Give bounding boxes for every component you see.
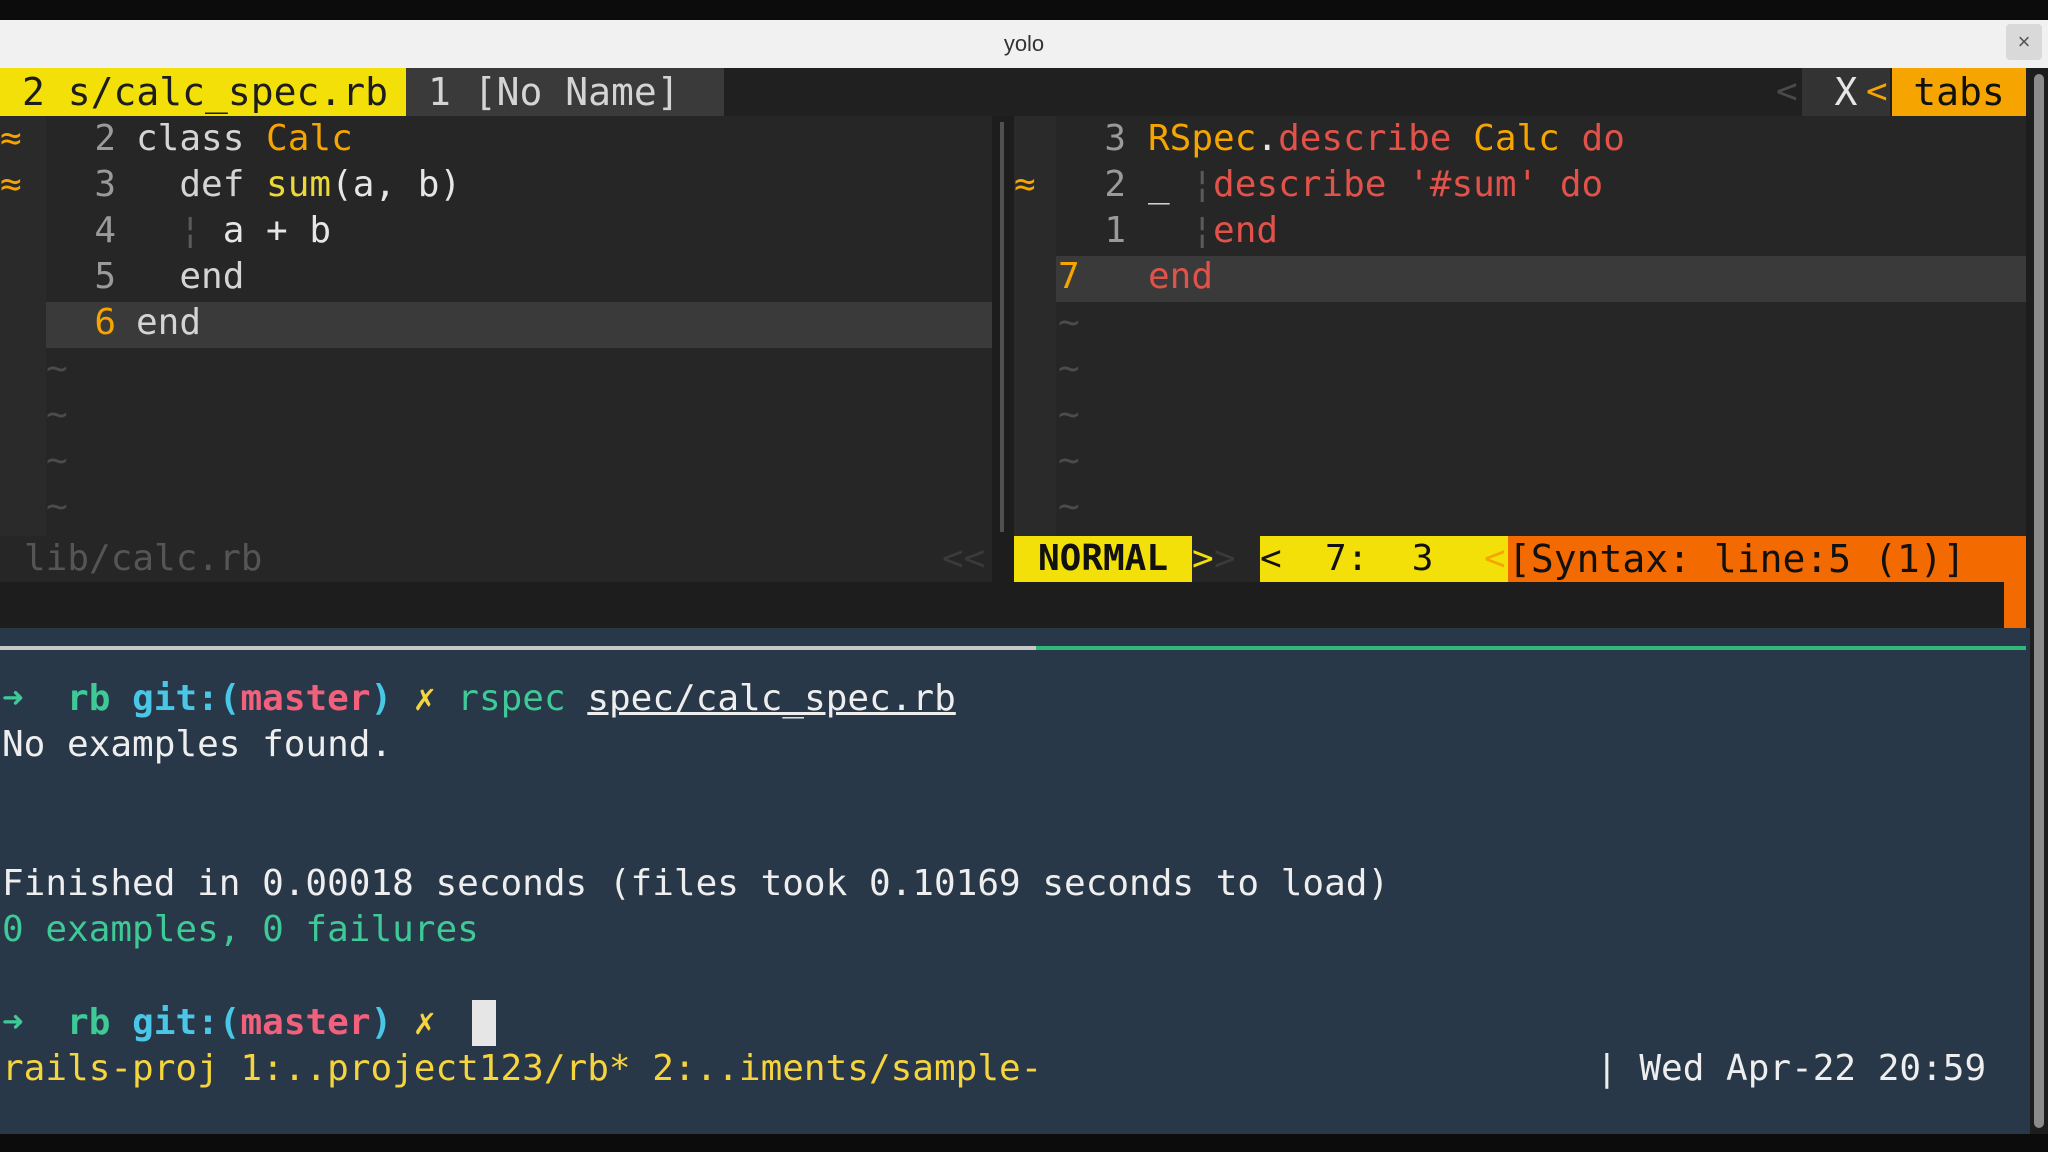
git-label: git:(	[132, 678, 241, 719]
code-token: class	[136, 118, 267, 159]
command-argument[interactable]: spec/calc_spec.rb	[587, 678, 955, 719]
code-token: Calc	[1473, 118, 1582, 159]
code-token: '#sum'	[1408, 164, 1560, 205]
code-text[interactable]: def sum(a, b)	[136, 162, 461, 208]
code-token: end	[136, 256, 245, 297]
vertical-split-line[interactable]	[1000, 122, 1004, 532]
empty-line-tilde: ~	[1058, 302, 1080, 343]
mode-separator-arrow-dim: >	[1214, 538, 1236, 579]
prompt-dir: rb	[67, 1002, 111, 1043]
empty-line-tilde: ~	[1058, 348, 1080, 389]
line-number: 4	[94, 210, 116, 251]
line-number: 3	[94, 164, 116, 205]
git-branch: master	[240, 678, 371, 719]
wave-sign-icon: ≈	[0, 164, 22, 205]
output-no-examples: No examples found.	[2, 724, 393, 765]
code-text[interactable]: end	[136, 300, 201, 346]
line-number: 2	[94, 118, 116, 159]
wave-sign-icon: ≈	[0, 118, 22, 159]
output-finished: Finished in 0.00018 seconds (files took …	[2, 863, 1390, 904]
code-token: ¦	[1191, 164, 1214, 205]
empty-line-tilde: ~	[46, 486, 68, 527]
line-number: 6	[94, 302, 116, 343]
tab-calc-spec[interactable]: 2 s/calc_spec.rb	[0, 68, 406, 116]
code-token: describe	[1213, 164, 1409, 205]
code-token: do	[1581, 118, 1625, 159]
screen-bottom-edge	[0, 1134, 2048, 1152]
code-text[interactable]: _ ¦describe '#sum' do	[1148, 162, 1603, 208]
code-token: describe	[1278, 118, 1474, 159]
window-title: yolo	[1003, 31, 1045, 56]
code-token: .	[1256, 118, 1279, 159]
pane-separator	[0, 628, 2048, 654]
command-name: rspec	[457, 678, 566, 719]
pane-border-inactive	[0, 646, 1036, 650]
code-text[interactable]: end	[1148, 254, 1213, 300]
tabline-separator: <	[1776, 71, 1798, 112]
tmux-session-windows[interactable]: rails-proj 1:..project123/rb* 2:..iments…	[2, 1046, 1042, 1092]
code-text[interactable]: RSpec.describe Calc do	[1148, 116, 1625, 162]
line-number: 5	[94, 256, 116, 297]
git-label: git:(	[132, 1002, 241, 1043]
empty-line-tilde: ~	[46, 348, 68, 389]
tabs-indicator: tabs	[1892, 68, 2026, 116]
prompt-arrow-icon: ➜	[2, 678, 24, 719]
code-text[interactable]: ¦end	[1148, 208, 1278, 254]
dirty-mark-icon: ✗	[413, 1002, 436, 1043]
empty-line-tilde: ~	[46, 394, 68, 435]
empty-line-tilde: ~	[1058, 394, 1080, 435]
code-text[interactable]: class Calc	[136, 116, 353, 162]
scrollbar-thumb[interactable]	[2034, 74, 2044, 1128]
window-close-button[interactable]: ×	[2006, 24, 2042, 60]
empty-line-tilde: ~	[1058, 486, 1080, 527]
code-token: ¦	[1191, 210, 1214, 251]
git-close: )	[370, 1002, 393, 1043]
left-pane-filename: lib/calc.rb	[24, 538, 263, 579]
code-token: (a, b)	[331, 164, 462, 205]
code-token: def	[136, 164, 267, 205]
tabline-separator-orange: <	[1866, 71, 1888, 112]
prompt-arrow-icon: ➜	[2, 1002, 24, 1043]
code-token: do	[1559, 164, 1604, 205]
git-close: )	[370, 678, 393, 719]
git-branch: master	[240, 1002, 371, 1043]
syntax-warning: [Syntax: line:5 (1)]	[1508, 536, 2026, 582]
prompt-line-1: ➜ rb git:(master) ✗ rspec spec/calc_spec…	[2, 676, 956, 722]
mode-separator-arrow: >	[1192, 538, 1214, 579]
code-token: ¦	[136, 210, 223, 251]
line-number: 7	[1058, 256, 1080, 297]
vim-command-line[interactable]	[0, 582, 2026, 628]
code-token: end	[1148, 256, 1214, 297]
code-text[interactable]: ¦ a + b	[136, 208, 331, 254]
tab-no-name[interactable]: 1 [No Name]	[406, 68, 724, 116]
code-text[interactable]: end	[136, 254, 244, 300]
code-token: RSpec	[1148, 118, 1257, 159]
empty-line-tilde: ~	[46, 440, 68, 481]
tmux-clock: | Wed Apr-22 20:59	[1596, 1048, 1987, 1089]
dirty-mark-icon: ✗	[413, 678, 436, 719]
code-token: sum	[266, 164, 332, 205]
empty-line-tilde: ~	[1058, 440, 1080, 481]
line-number: 1	[1104, 210, 1126, 251]
screen-top-edge	[0, 0, 2048, 20]
code-token: end	[1213, 210, 1279, 251]
command-line-marker	[2004, 582, 2026, 628]
line-number: 2	[1104, 164, 1126, 205]
position-separator-arrow: <	[1484, 538, 1506, 579]
terminal-cursor[interactable]	[472, 1000, 496, 1046]
prompt-dir: rb	[67, 678, 111, 719]
left-pane-statusline-arrows: <<	[942, 538, 986, 579]
prompt-line-2: ➜ rb git:(master) ✗	[2, 1000, 436, 1046]
wave-sign-icon: ≈	[1014, 164, 1036, 205]
mode-indicator: NORMAL	[1014, 536, 1192, 582]
line-number: 3	[1104, 118, 1126, 159]
code-token: end	[136, 302, 202, 343]
output-summary: 0 examples, 0 failures	[2, 909, 479, 950]
code-token: Calc	[266, 118, 353, 159]
code-token: _	[1148, 164, 1192, 205]
pane-border-active[interactable]	[1036, 646, 2026, 650]
code-token: a + b	[222, 210, 332, 251]
cursor-position: < 7: 3	[1260, 536, 1508, 582]
